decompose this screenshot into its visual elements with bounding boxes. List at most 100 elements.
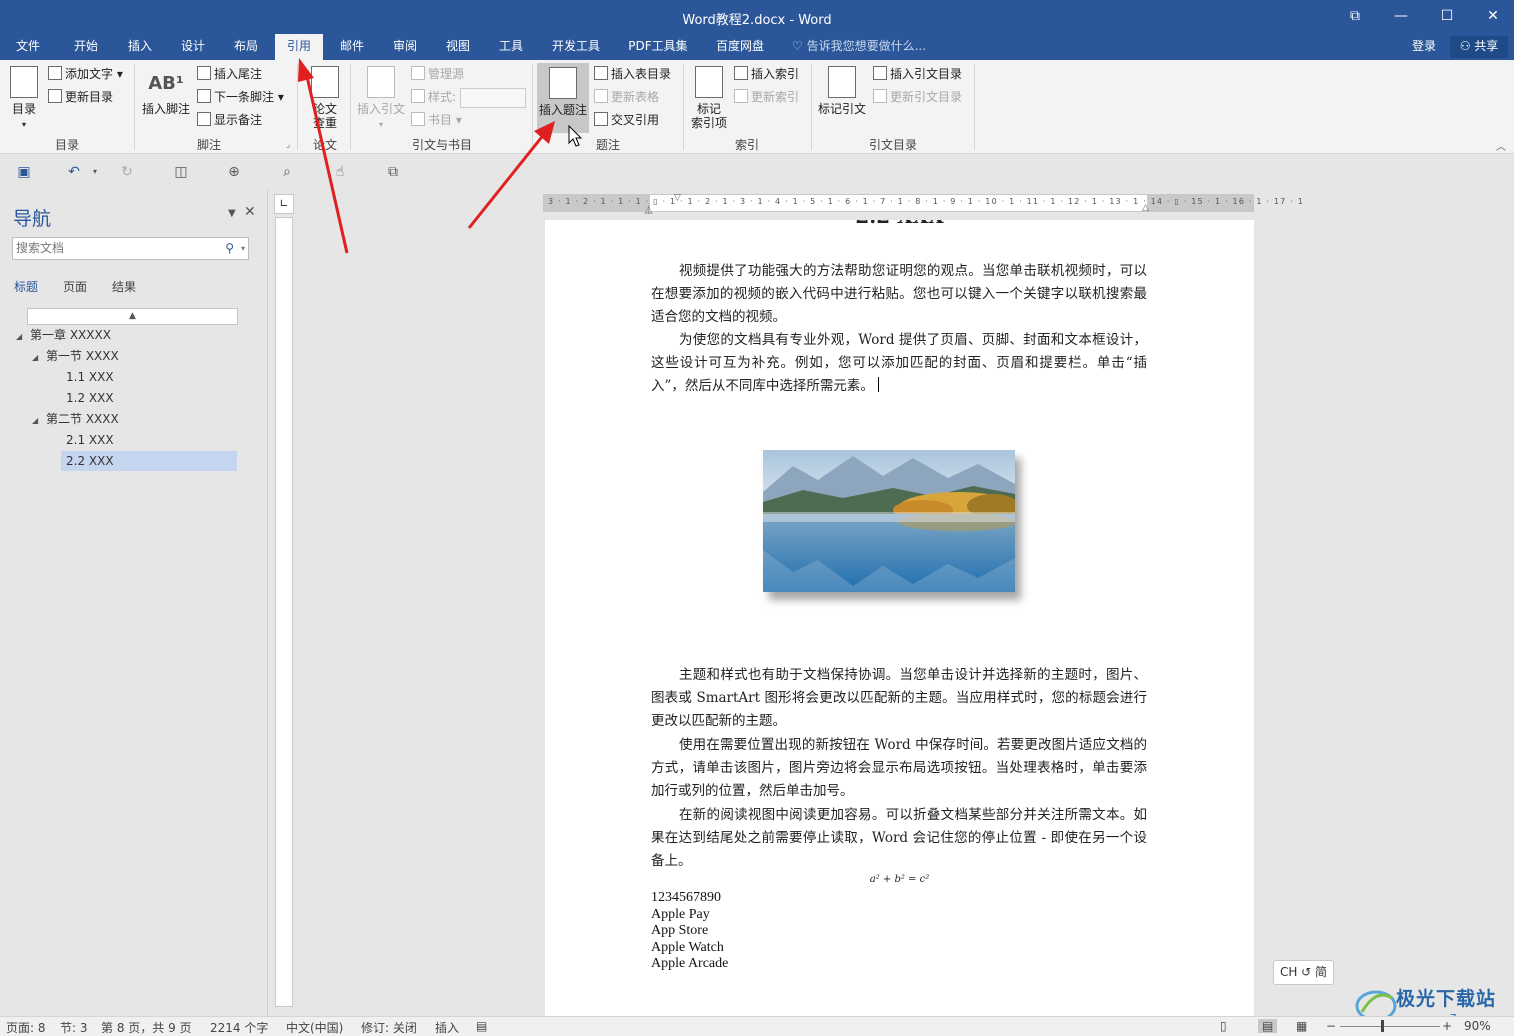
ime-indicator[interactable]: CH ↺ 简 bbox=[1273, 960, 1334, 985]
dialog-launcher-icon[interactable]: ⌟ bbox=[286, 140, 290, 150]
web-icon[interactable]: ⊕ bbox=[225, 163, 243, 181]
table-of-contents-button[interactable]: 目录 ▾ bbox=[6, 66, 42, 132]
customize-icon[interactable]: ⧉ bbox=[384, 163, 402, 181]
nav-heading-item[interactable]: ◢ 第一章 XXXXX bbox=[16, 325, 111, 345]
show-notes-button[interactable]: 显示备注 bbox=[197, 110, 262, 130]
nav-heading-item[interactable]: 1.1 XXX bbox=[66, 367, 114, 387]
paper-check-button[interactable]: 论文 查重 bbox=[304, 66, 346, 130]
maximize-icon[interactable]: ☐ bbox=[1424, 0, 1470, 34]
login-link[interactable]: 登录 bbox=[1412, 34, 1436, 58]
lake-mountain-photo[interactable] bbox=[763, 450, 1015, 592]
horizontal-ruler[interactable]: 3 · 1 · 2 · 1 · 1 · 1 · ▯ · 1 · 1 · 2 · … bbox=[543, 193, 1303, 216]
update-index-button[interactable]: 更新索引 bbox=[734, 87, 799, 107]
tab-design[interactable]: 设计 bbox=[171, 34, 215, 60]
nav-heading-item[interactable]: ◢ 第一节 XXXX bbox=[32, 346, 119, 366]
tab-developer[interactable]: 开发工具 bbox=[545, 34, 607, 60]
undo-icon[interactable]: ↶ bbox=[65, 163, 83, 181]
nav-tab-headings[interactable]: 标题 bbox=[14, 278, 38, 295]
collapse-ribbon-icon[interactable]: ︿ bbox=[1496, 138, 1506, 153]
read-mode-icon[interactable]: ▯ bbox=[1220, 1019, 1227, 1033]
nav-tab-results[interactable]: 结果 bbox=[112, 278, 136, 295]
nav-close-icon[interactable]: ✕ bbox=[244, 204, 256, 220]
side-by-side-icon[interactable]: ◫ bbox=[172, 163, 190, 181]
tell-me-box[interactable]: ♡ 告诉我您想要做什么... bbox=[792, 34, 926, 60]
tab-review[interactable]: 审阅 bbox=[383, 34, 427, 60]
nav-heading-item[interactable]: 2.1 XXX bbox=[66, 430, 114, 450]
macro-record-icon[interactable]: ▤ bbox=[476, 1019, 487, 1033]
tab-file[interactable]: 文件 bbox=[6, 34, 50, 60]
cross-reference-button[interactable]: 交叉引用 bbox=[594, 110, 659, 130]
mark-citation-button[interactable]: 标记引文 bbox=[816, 66, 868, 116]
zoom-out-icon[interactable]: − bbox=[1326, 1019, 1336, 1033]
status-language[interactable]: 中文(中国) bbox=[286, 1019, 343, 1036]
minimize-icon[interactable]: — bbox=[1378, 0, 1424, 34]
zoom-level[interactable]: 90% bbox=[1464, 1019, 1491, 1033]
zoom-slider[interactable] bbox=[1340, 1026, 1440, 1027]
print-preview-icon[interactable]: ⌕ bbox=[278, 163, 296, 181]
mark-entry-button[interactable]: 标记 索引项 bbox=[688, 66, 730, 130]
insert-footnote-button[interactable]: AB¹ 插入脚注 bbox=[140, 66, 192, 116]
status-track-changes[interactable]: 修订: 关闭 bbox=[361, 1019, 417, 1036]
touch-mode-icon[interactable]: ☝ bbox=[331, 163, 349, 181]
first-line-indent-icon[interactable]: ▽ bbox=[674, 193, 681, 203]
undo-dropdown-icon[interactable]: ▾ bbox=[86, 163, 104, 181]
nav-heading-item[interactable]: 1.2 XXX bbox=[66, 388, 114, 408]
zoom-slider-thumb[interactable] bbox=[1381, 1020, 1384, 1032]
expand-triangle-icon[interactable]: ◢ bbox=[16, 327, 30, 347]
document-page[interactable]: 2.2 XXX 视频提供了功能强大的方法帮助您证明您的观点。当您单击联机视频时，… bbox=[545, 220, 1254, 1016]
add-text-button[interactable]: 添加文字 ▾ bbox=[48, 64, 123, 84]
insert-citation-button[interactable]: 插入引文 ▾ bbox=[354, 66, 408, 132]
tab-baidu-netdisk[interactable]: 百度网盘 bbox=[708, 34, 772, 60]
expand-triangle-icon[interactable]: ◢ bbox=[32, 348, 46, 368]
update-toc-button[interactable]: 更新目录 bbox=[48, 87, 113, 107]
tab-pdf-tools[interactable]: PDF工具集 bbox=[620, 34, 696, 60]
search-icon[interactable]: ⚲ bbox=[225, 238, 234, 259]
manage-sources-button[interactable]: 管理源 bbox=[411, 64, 464, 84]
nav-options-icon[interactable]: ▼ bbox=[228, 208, 236, 219]
insert-toa-button[interactable]: 插入引文目录 bbox=[873, 64, 962, 84]
tab-layout[interactable]: 布局 bbox=[224, 34, 268, 60]
nav-heading-item[interactable]: ◢ 第二节 XXXX bbox=[32, 409, 119, 429]
update-toa-button[interactable]: 更新引文目录 bbox=[873, 87, 962, 107]
expand-triangle-icon[interactable]: ◢ bbox=[32, 411, 46, 431]
next-footnote-button[interactable]: 下一条脚注 ▾ bbox=[197, 87, 284, 107]
bibliography-button[interactable]: 书目 ▾ bbox=[411, 110, 462, 130]
redo-icon[interactable]: ↻ bbox=[118, 163, 136, 181]
left-indent-marker-icon[interactable]: ⏅ bbox=[644, 203, 653, 216]
tab-selector[interactable]: ∟ bbox=[274, 194, 294, 214]
close-icon[interactable]: ✕ bbox=[1470, 0, 1514, 34]
nav-search-input[interactable]: 搜索文档 ⚲ ▾ bbox=[12, 237, 249, 260]
equation[interactable]: a² + b² = c² bbox=[545, 874, 1254, 885]
endnote-icon bbox=[197, 66, 211, 80]
tab-insert[interactable]: 插入 bbox=[118, 34, 162, 60]
insert-table-of-figures-button[interactable]: 插入表目录 bbox=[594, 64, 671, 84]
ribbon-display-options-icon[interactable]: ⧉ bbox=[1332, 0, 1378, 34]
web-layout-icon[interactable]: ▦ bbox=[1296, 1019, 1307, 1033]
share-button[interactable]: ⚇ 共享 bbox=[1450, 36, 1508, 58]
insert-endnote-button[interactable]: 插入尾注 bbox=[197, 64, 262, 84]
print-layout-icon[interactable]: ▤ bbox=[1258, 1019, 1278, 1033]
tab-mailings[interactable]: 邮件 bbox=[330, 34, 374, 60]
style-dropdown[interactable] bbox=[460, 87, 527, 108]
citation-style-select[interactable]: 样式: bbox=[411, 87, 527, 108]
tab-references[interactable]: 引用 bbox=[275, 34, 323, 60]
vertical-ruler[interactable] bbox=[275, 217, 293, 1007]
insert-index-button[interactable]: 插入索引 bbox=[734, 64, 799, 84]
nav-tab-pages[interactable]: 页面 bbox=[63, 278, 87, 295]
status-page[interactable]: 页面: 8 bbox=[6, 1019, 46, 1036]
nav-heading-item-selected[interactable]: 2.2 XXX bbox=[61, 451, 237, 471]
tab-view[interactable]: 视图 bbox=[436, 34, 480, 60]
tab-tools[interactable]: 工具 bbox=[489, 34, 533, 60]
status-section[interactable]: 节: 3 bbox=[60, 1019, 88, 1036]
status-word-count[interactable]: 2214 个字 bbox=[210, 1019, 268, 1036]
update-table-button[interactable]: 更新表格 bbox=[594, 87, 659, 107]
collapse-all-icon[interactable]: ▲ bbox=[27, 308, 238, 325]
insert-caption-button[interactable]: 插入题注 bbox=[537, 63, 589, 133]
status-insert-mode[interactable]: 插入 bbox=[435, 1019, 459, 1036]
status-page-count[interactable]: 第 8 页，共 9 页 bbox=[101, 1019, 192, 1036]
zoom-in-icon[interactable]: + bbox=[1442, 1019, 1452, 1033]
right-indent-marker-icon[interactable]: △ bbox=[1142, 203, 1149, 213]
save-icon[interactable]: ▣ bbox=[15, 163, 33, 181]
tab-home[interactable]: 开始 bbox=[64, 34, 108, 60]
search-dropdown-icon[interactable]: ▾ bbox=[241, 238, 245, 259]
